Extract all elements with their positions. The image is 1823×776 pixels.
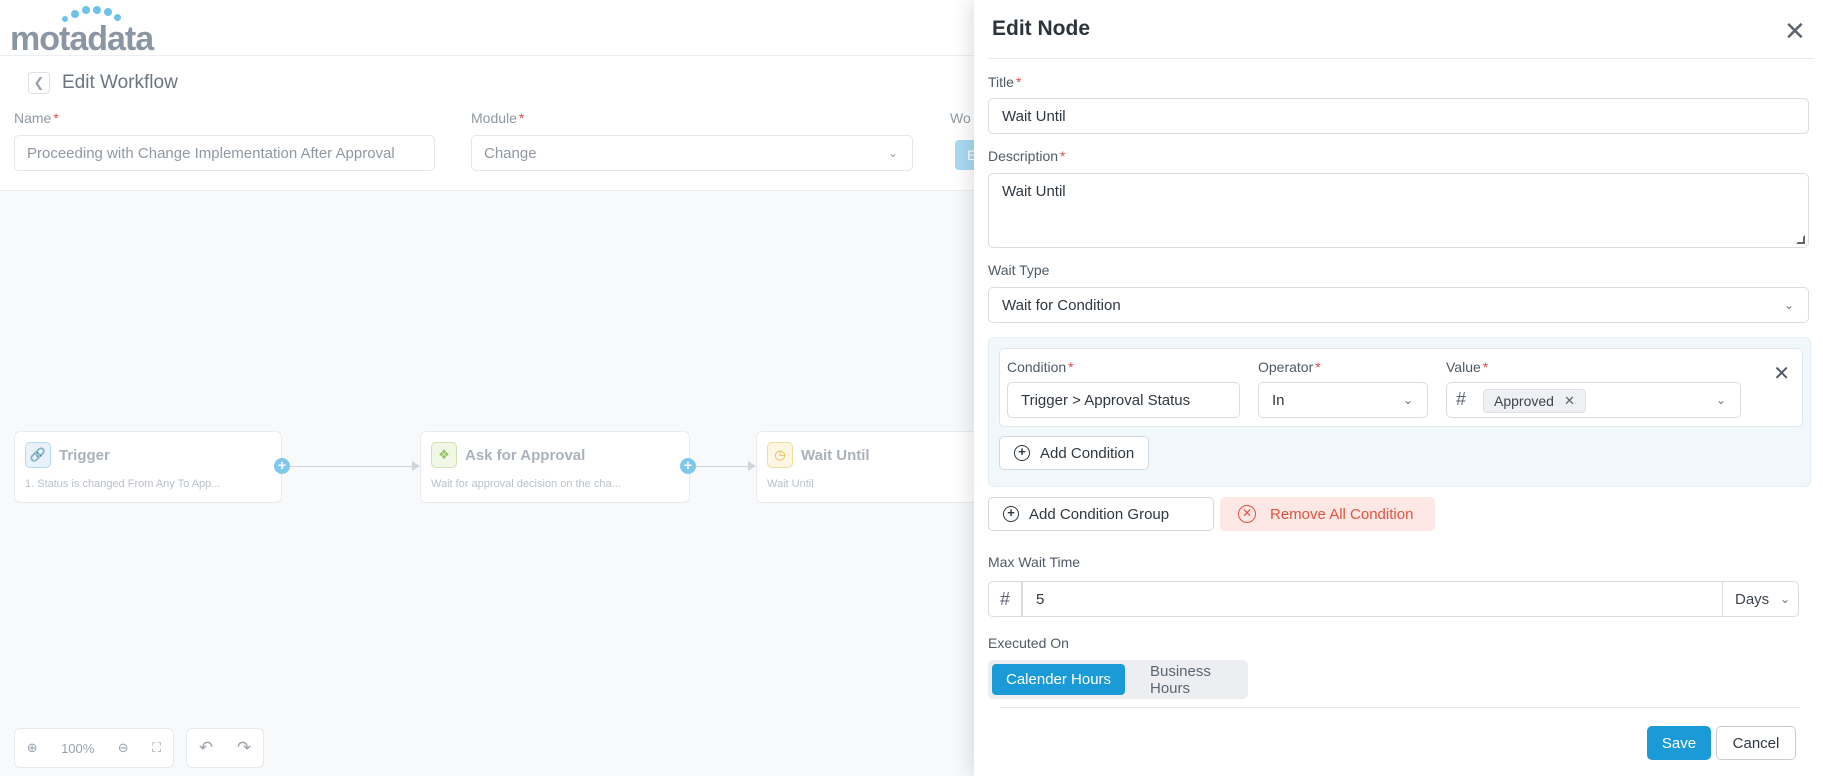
connector-line	[290, 466, 412, 467]
page-title: Edit Workflow	[62, 72, 178, 93]
operator-label: Operator *	[1258, 359, 1321, 375]
max-wait-unit-select[interactable]: Days ⌄	[1723, 581, 1799, 617]
wait-type-select[interactable]: Wait for Condition ⌄	[988, 287, 1809, 323]
divider	[1000, 707, 1800, 708]
partial-field-label: Wo	[950, 110, 971, 126]
plus-circle-icon: +	[1003, 506, 1019, 522]
description-textarea[interactable]: Wait Until	[988, 173, 1809, 248]
cancel-button[interactable]: Cancel	[1716, 726, 1796, 760]
chevron-down-icon: ⌄	[1779, 592, 1790, 606]
remove-chip-icon[interactable]: ✕	[1564, 393, 1575, 409]
condition-row: Condition * Trigger > Approval Status Ope…	[999, 348, 1803, 427]
executed-on-toggle: Calender Hours Business Hours	[988, 660, 1248, 699]
remove-all-condition-button[interactable]: ✕ Remove All Condition	[1220, 497, 1436, 531]
workflow-node-ask-for-approval[interactable]: ❖ Ask for Approval Wait for approval dec…	[420, 431, 690, 503]
back-button[interactable]: ❮	[28, 72, 50, 94]
value-chip: Approved ✕	[1483, 389, 1586, 413]
remove-condition-icon[interactable]: ✕	[1773, 361, 1790, 386]
description-label: Description *	[988, 148, 1066, 164]
condition-label: Condition *	[1007, 359, 1074, 375]
hash-icon: #	[1456, 389, 1467, 409]
add-node-plus-icon[interactable]: +	[680, 458, 696, 474]
business-hours-option[interactable]: Business Hours	[1150, 663, 1248, 697]
name-label: Name *	[14, 110, 59, 126]
module-select[interactable]: Change ⌄	[471, 135, 913, 171]
chevron-down-icon: ⌄	[1715, 393, 1726, 407]
calender-hours-option[interactable]: Calender Hours	[992, 664, 1126, 695]
zoom-out-icon[interactable]: ⊖	[118, 740, 129, 756]
logo-dots	[62, 6, 122, 24]
save-button[interactable]: Save	[1647, 726, 1711, 760]
redo-icon[interactable]: ↷	[237, 738, 251, 758]
operator-select[interactable]: In ⌄	[1258, 382, 1428, 418]
condition-field-select[interactable]: Trigger > Approval Status	[1007, 382, 1240, 418]
zoom-in-icon[interactable]: ⊕	[27, 740, 38, 756]
title-input[interactable]: Wait Until	[988, 98, 1809, 134]
motadata-logo: motadata	[10, 6, 154, 59]
arrow-icon	[748, 461, 756, 471]
resize-handle-icon[interactable]	[1796, 235, 1805, 244]
divider	[988, 58, 1814, 59]
add-node-plus-icon[interactable]: +	[274, 458, 290, 474]
arrow-icon	[412, 461, 420, 471]
max-wait-time-label: Max Wait Time	[988, 554, 1081, 570]
drawer-title: Edit Node	[992, 17, 1090, 40]
plus-circle-icon: +	[1014, 445, 1030, 461]
wait-type-label: Wait Type	[988, 262, 1050, 278]
link-icon: 🔗	[25, 442, 51, 468]
chevron-down-icon: ⌄	[1402, 393, 1413, 407]
condition-group: Condition * Trigger > Approval Status Ope…	[988, 337, 1811, 487]
page-header: ❮ Edit Workflow	[28, 72, 178, 94]
clock-icon: ◷	[767, 442, 793, 468]
chevron-down-icon: ⌄	[887, 146, 898, 160]
add-condition-button[interactable]: + Add Condition	[999, 436, 1150, 470]
executed-on-label: Executed On	[988, 635, 1069, 651]
workflow-node-wait-until[interactable]: ◷ Wait Until Wait Until	[756, 431, 996, 503]
edit-node-drawer: Edit Node ✕ Title * Wait Until Descriptio…	[974, 0, 1823, 776]
history-toolbar: ↶ ↷	[186, 728, 264, 768]
zoom-toolbar: ⊕ 100% ⊖ ⛶	[14, 728, 174, 768]
close-circle-icon: ✕	[1238, 505, 1256, 523]
close-icon[interactable]: ✕	[1784, 18, 1806, 44]
hash-icon: #	[988, 581, 1022, 617]
add-condition-group-button[interactable]: + Add Condition Group	[988, 497, 1214, 531]
zoom-level: 100%	[61, 740, 95, 756]
module-label: Module *	[471, 110, 525, 126]
value-label: Value *	[1446, 359, 1489, 375]
chevron-left-icon: ❮	[33, 75, 45, 90]
name-input[interactable]: Proceeding with Change Implementation Af…	[14, 135, 435, 171]
approval-icon: ❖	[431, 442, 457, 468]
connector-line	[696, 466, 750, 467]
value-multiselect[interactable]: # Approved ✕ ⌄	[1446, 382, 1741, 418]
max-wait-time-input[interactable]: 5	[1022, 581, 1723, 617]
fit-screen-icon[interactable]: ⛶	[152, 740, 161, 756]
workflow-node-trigger[interactable]: 🔗 Trigger 1. Status is changed From Any …	[14, 431, 282, 503]
undo-icon[interactable]: ↶	[199, 738, 213, 758]
chevron-down-icon: ⌄	[1783, 298, 1794, 312]
title-label: Title *	[988, 74, 1022, 90]
